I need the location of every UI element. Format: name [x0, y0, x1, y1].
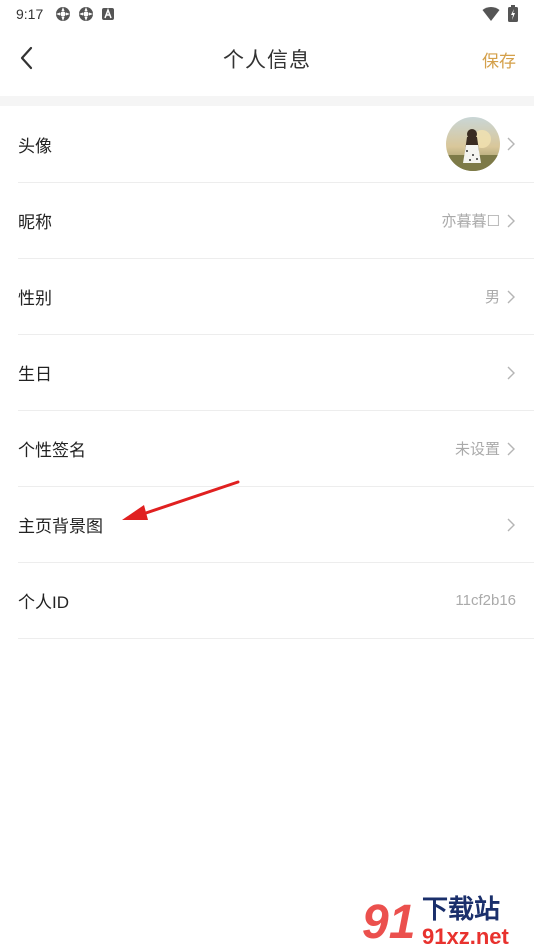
status-icons-right [482, 5, 518, 22]
row-right [446, 106, 516, 182]
watermark-logo-text: 91 [362, 896, 415, 948]
watermark-brand: 下载站 [422, 895, 500, 925]
watermark-domain: 91xz.net [422, 924, 509, 948]
status-time: 9:17 [16, 6, 44, 22]
gender-value: 男 [484, 289, 500, 306]
user-id-value: 11cf2b16 [455, 592, 516, 609]
watermark-logo: 91 下载站 91xz.net [362, 895, 509, 948]
save-button[interactable]: 保存 [482, 47, 516, 72]
text-a-icon [102, 7, 115, 20]
row-label: 头像 [18, 136, 52, 156]
signature-value: 未设置 [454, 441, 500, 458]
section-divider [0, 96, 534, 106]
profile-settings-list: 头像 昵称 亦暮暮☐ 性别 男 生日 个性签名 未设置 主页背景图 个人ID 1… [0, 106, 534, 639]
row-avatar[interactable]: 头像 [18, 106, 534, 183]
chevron-right-icon [507, 442, 515, 455]
avatar[interactable] [446, 117, 500, 171]
row-gender[interactable]: 性别 男 [18, 259, 534, 335]
settings-gear-icon [56, 7, 71, 21]
page-title: 个人信息 [223, 49, 311, 72]
chevron-right-icon [507, 137, 515, 151]
back-button[interactable] [14, 45, 38, 71]
row-right [500, 487, 516, 562]
status-icons-left [55, 6, 115, 22]
row-birthday[interactable]: 生日 [18, 335, 534, 411]
status-bar: 9:17 [0, 0, 534, 28]
row-right: 亦暮暮☐ [442, 183, 516, 258]
row-right: 男 [485, 259, 516, 334]
row-signature[interactable]: 个性签名 未设置 [18, 411, 534, 487]
row-right: 11cf2b16 [455, 563, 516, 638]
row-nickname[interactable]: 昵称 亦暮暮☐ [18, 183, 534, 259]
chevron-right-icon [507, 518, 515, 531]
row-label: 主页背景图 [18, 517, 103, 536]
row-user-id: 个人ID 11cf2b16 [18, 563, 534, 639]
row-homepage-background[interactable]: 主页背景图 [18, 487, 534, 563]
row-label: 昵称 [18, 213, 52, 232]
chevron-left-icon [20, 46, 33, 70]
chevron-right-icon [507, 214, 515, 227]
nickname-value: 亦暮暮☐ [441, 213, 500, 230]
settings-gear-icon [79, 7, 94, 21]
row-right: 未设置 [455, 411, 516, 486]
row-label: 个性签名 [18, 441, 86, 460]
wifi-icon [482, 6, 500, 21]
chevron-right-icon [507, 290, 515, 303]
chevron-right-icon [507, 366, 515, 379]
nav-bar: 个人信息 保存 [0, 28, 534, 90]
row-label: 个人ID [18, 593, 69, 612]
battery-charging-icon [508, 5, 518, 22]
row-label: 生日 [18, 365, 52, 384]
row-label: 性别 [18, 289, 52, 308]
row-right [500, 335, 516, 410]
